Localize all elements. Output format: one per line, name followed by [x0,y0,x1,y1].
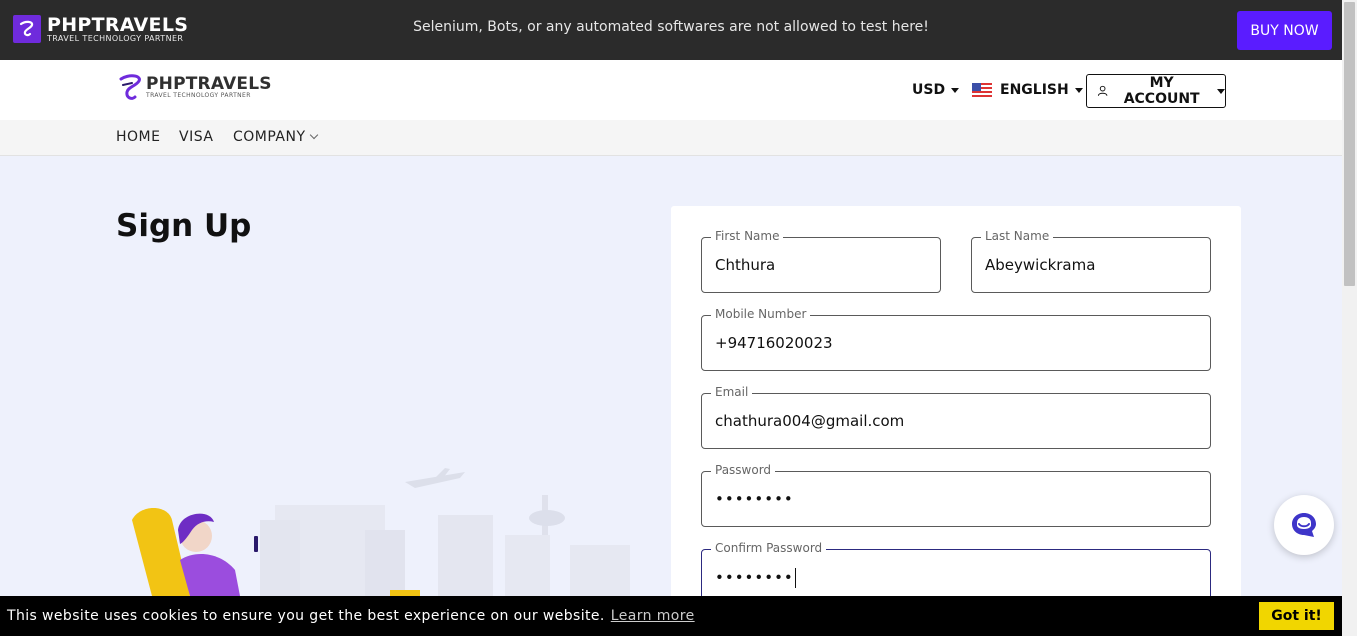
last-name-label: Last Name [981,229,1054,243]
chevron-down-icon [309,130,318,140]
site-logo-icon[interactable] [118,73,144,103]
caret-down-icon [1074,87,1083,93]
currency-label: USD [912,82,946,98]
nav-company[interactable]: COMPANY [233,129,318,145]
nav-company-label: COMPANY [233,129,306,145]
cookie-consent-bar: This website uses cookies to ensure you … [0,596,1342,636]
email-field[interactable]: Email chathura004@gmail.com [701,385,1211,449]
password-value[interactable]: •••••••• [715,490,1195,508]
currency-dropdown[interactable]: USD [912,82,960,98]
signup-form-card: First Name Chthura Last Name Abeywickram… [671,206,1241,636]
page-title: Sign Up [116,208,252,244]
email-label: Email [711,385,753,399]
traveler-illustration [132,468,630,596]
learn-more-link[interactable]: Learn more [611,608,695,624]
buy-now-button[interactable]: BUY NOW [1237,11,1332,50]
site-header: PHPTRAVELS TRAVEL TECHNOLOGY PARTNER USD… [0,60,1342,120]
password-field[interactable]: Password •••••••• [701,463,1211,527]
confirm-password-value: •••••••• [715,568,794,587]
language-label: ENGLISH [1000,82,1069,98]
language-dropdown[interactable]: ENGLISH [1000,82,1083,98]
chat-bubble-icon [1292,513,1316,537]
first-name-field[interactable]: First Name Chthura [701,229,941,293]
email-value[interactable]: chathura004@gmail.com [715,412,1195,430]
confirm-password-input[interactable]: •••••••• [715,568,1195,588]
mobile-number-value[interactable]: +94716020023 [715,334,1195,352]
page-scrollbar[interactable] [1342,0,1357,636]
nav-visa[interactable]: VISA [179,129,213,145]
my-account-label: MY ACCOUNT [1123,75,1200,107]
caret-down-icon [951,87,960,93]
my-account-button[interactable]: MY ACCOUNT [1086,74,1226,108]
cookie-message-container: This website uses cookies to ensure you … [7,608,695,624]
main-nav: HOME VISA COMPANY [0,120,1342,156]
caret-down-icon [1217,88,1225,94]
mobile-number-label: Mobile Number [711,307,811,321]
nav-home[interactable]: HOME [116,129,160,145]
cookie-message: This website uses cookies to ensure you … [7,608,605,624]
last-name-value[interactable]: Abeywickrama [985,256,1357,274]
confirm-password-label: Confirm Password [711,541,827,555]
site-logo-name[interactable]: PHPTRAVELS [146,74,272,94]
got-it-button[interactable]: Got it! [1259,602,1334,630]
scrollbar-thumb[interactable] [1344,2,1355,286]
password-label: Password [711,463,776,477]
automation-notice: Selenium, Bots, or any automated softwar… [413,19,929,35]
chat-widget-button[interactable] [1274,495,1334,555]
first-name-label: First Name [711,229,784,243]
site-logo-tagline: TRAVEL TECHNOLOGY PARTNER [146,92,251,99]
mobile-number-field[interactable]: Mobile Number +94716020023 [701,307,1211,371]
us-flag-icon [972,83,992,97]
brand-tagline: TRAVEL TECHNOLOGY PARTNER [47,34,184,43]
last-name-field[interactable]: Last Name Abeywickrama [971,229,1211,293]
text-cursor [794,568,796,588]
user-icon [1097,85,1108,96]
promo-bar: PHPTRAVELS TRAVEL TECHNOLOGY PARTNER Sel… [0,0,1342,60]
